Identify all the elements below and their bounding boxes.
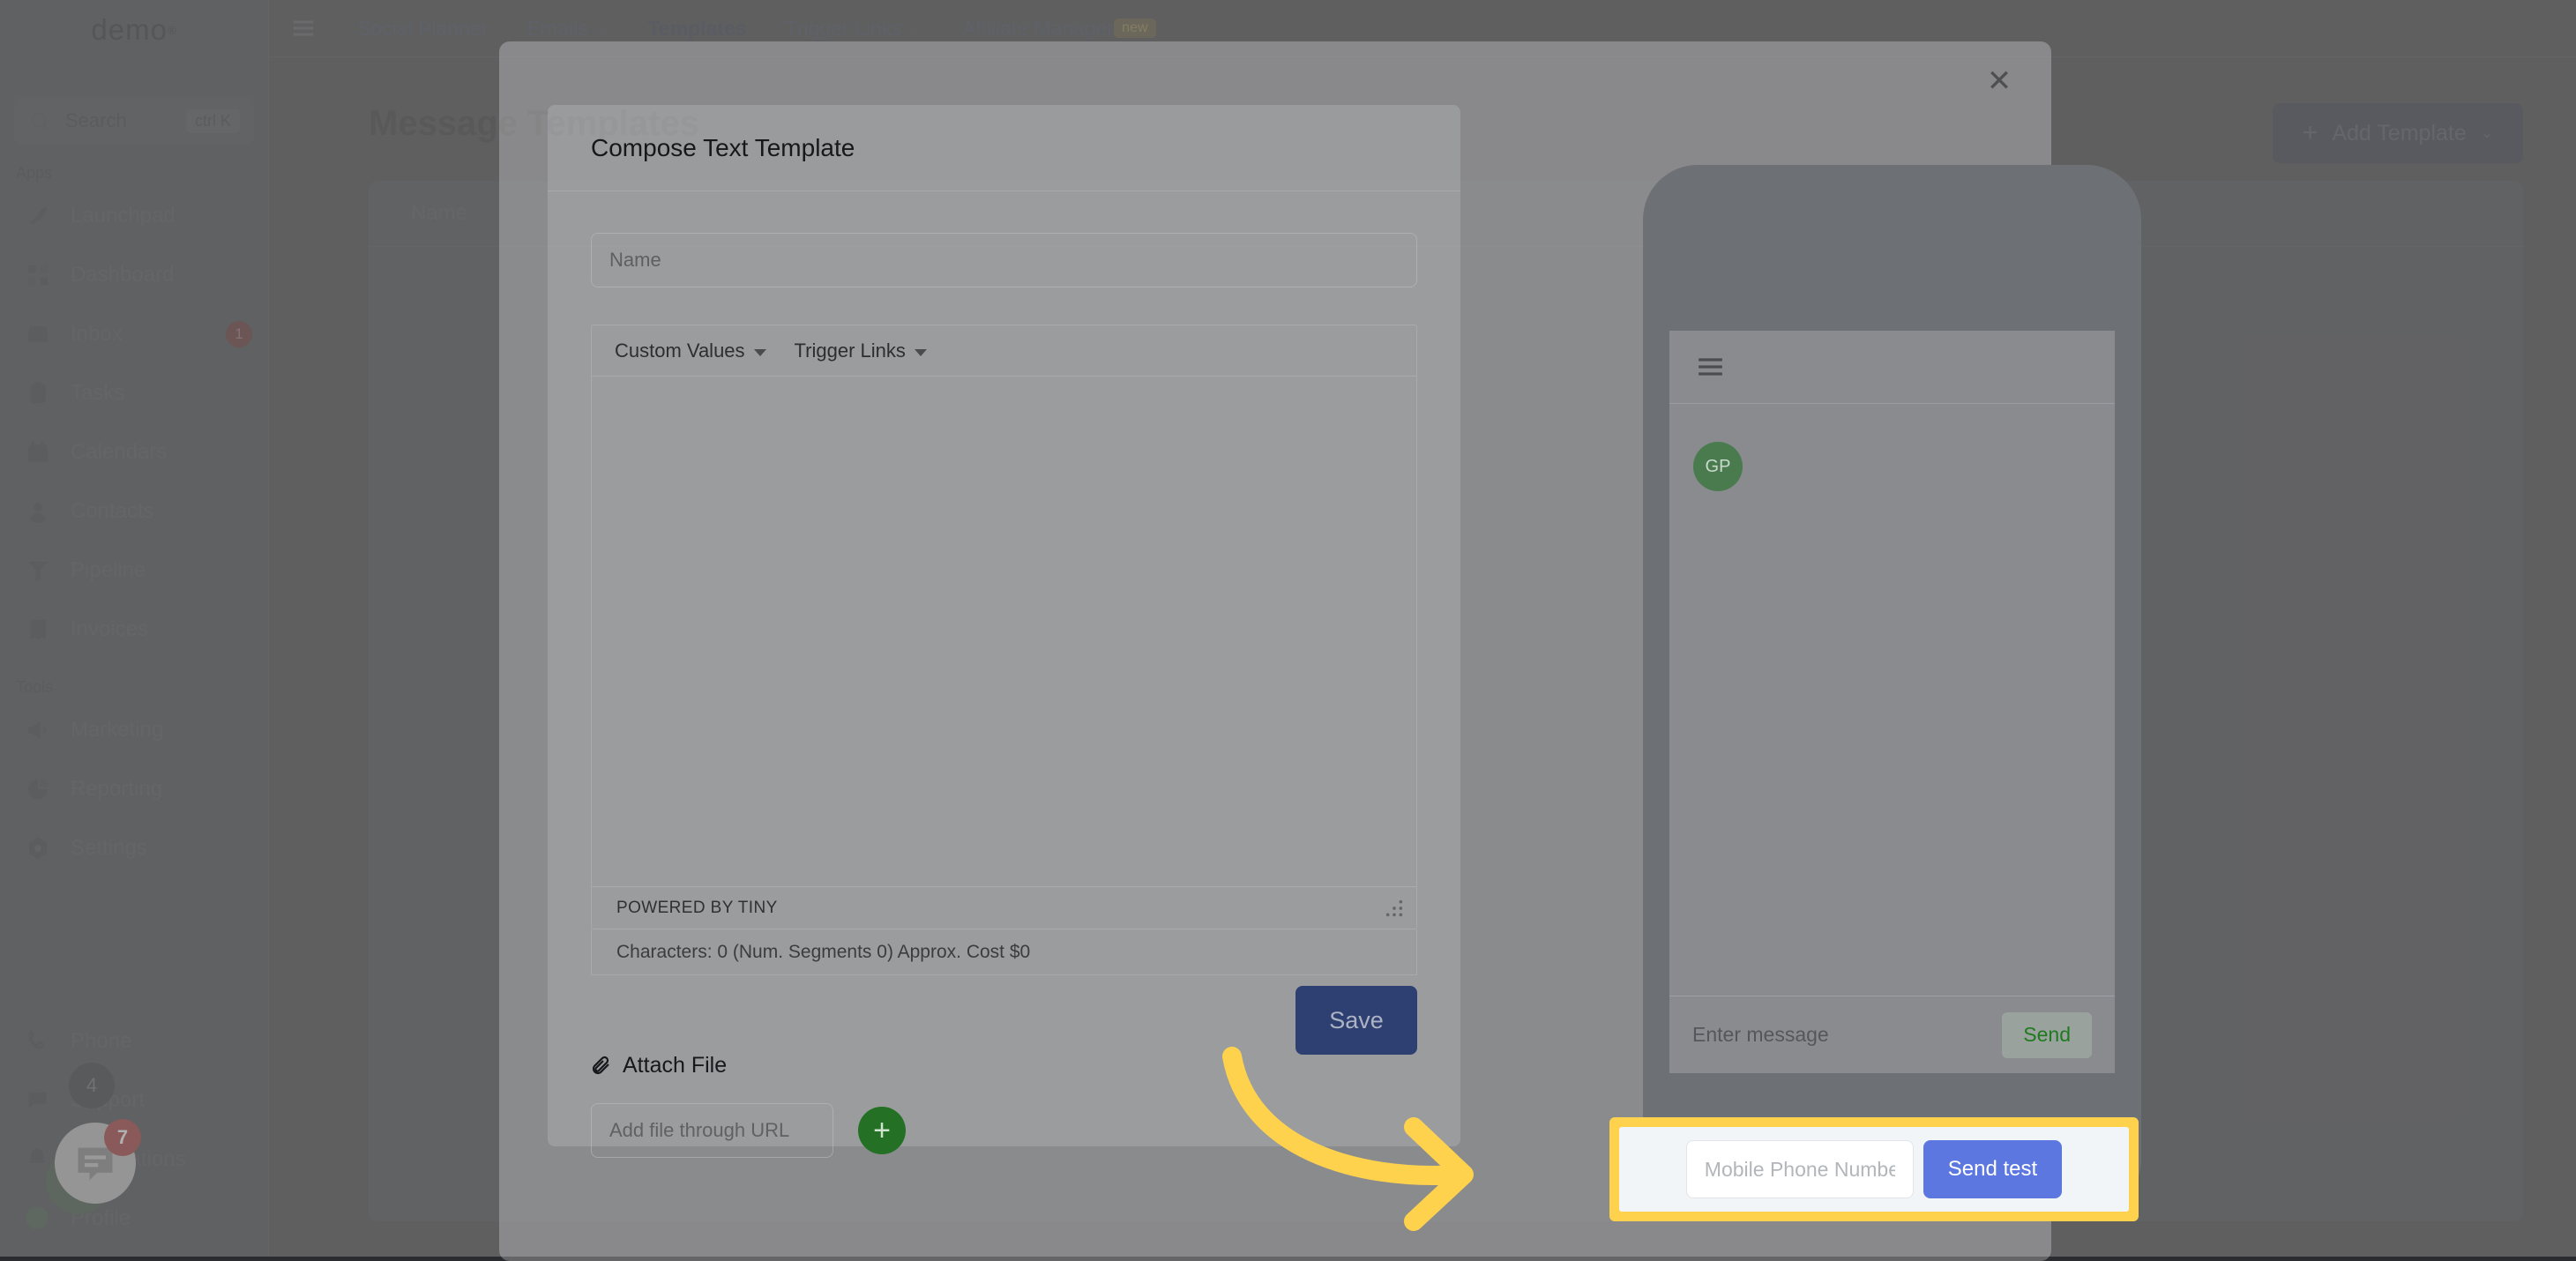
attach-file-label: Attach File: [591, 1053, 727, 1078]
mobile-phone-number-input[interactable]: [1686, 1140, 1914, 1198]
close-icon[interactable]: ✕: [1979, 61, 2020, 101]
phone-mockup: GP Send: [1643, 165, 2141, 1214]
send-test-button[interactable]: Send test: [1923, 1140, 2062, 1198]
add-file-button[interactable]: +: [858, 1107, 906, 1154]
attach-file-controls: +: [591, 1103, 1417, 1158]
hamburger-icon[interactable]: [1696, 356, 1725, 377]
save-button[interactable]: Save: [1295, 986, 1417, 1055]
trigger-links-dropdown[interactable]: Trigger Links: [784, 334, 937, 368]
phone-message-bar: Send: [1669, 996, 2115, 1073]
modal-body: Compose Text Template Custom Values Trig…: [548, 105, 2003, 1146]
paperclip-icon: [591, 1056, 612, 1077]
avatar: GP: [1693, 442, 1743, 491]
preview-panel: GP Send Send test: [1515, 105, 2003, 1146]
send-test-bar: Send test: [1619, 1127, 2129, 1212]
preview-send-button[interactable]: Send: [2002, 1012, 2092, 1058]
attach-file-section: Attach File: [591, 1053, 1417, 1078]
character-counter: Characters: 0 (Num. Segments 0) Approx. …: [591, 929, 1417, 975]
template-name-input[interactable]: [591, 233, 1417, 287]
custom-values-label: Custom Values: [615, 340, 745, 362]
phone-screen: GP Send: [1669, 331, 2115, 1073]
file-url-input[interactable]: [591, 1103, 833, 1158]
trigger-links-label: Trigger Links: [795, 340, 906, 362]
chevron-down-icon: [915, 349, 927, 356]
phone-topbar: [1669, 331, 2115, 404]
powered-by-label: POWERED BY TINY: [616, 899, 778, 918]
text-editor: Custom Values Trigger Links POWERED BY T…: [591, 325, 1417, 929]
modal-title: Compose Text Template: [548, 105, 1460, 191]
attach-file-text: Attach File: [623, 1053, 727, 1078]
send-test-highlight: Send test: [1609, 1117, 2139, 1221]
compose-panel: Compose Text Template Custom Values Trig…: [548, 105, 1460, 1146]
compose-text-template-modal: ✕ Compose Text Template Custom Values Tr…: [499, 41, 2051, 1261]
custom-values-dropdown[interactable]: Custom Values: [604, 334, 777, 368]
resize-grip-icon[interactable]: [1385, 899, 1404, 918]
editor-content-area[interactable]: [592, 377, 1416, 886]
editor-toolbar: Custom Values Trigger Links: [592, 325, 1416, 377]
editor-status-bar: POWERED BY TINY: [592, 886, 1416, 929]
plus-icon: +: [873, 1116, 891, 1145]
preview-message-input[interactable]: [1692, 1023, 2002, 1047]
chevron-down-icon: [754, 349, 766, 356]
